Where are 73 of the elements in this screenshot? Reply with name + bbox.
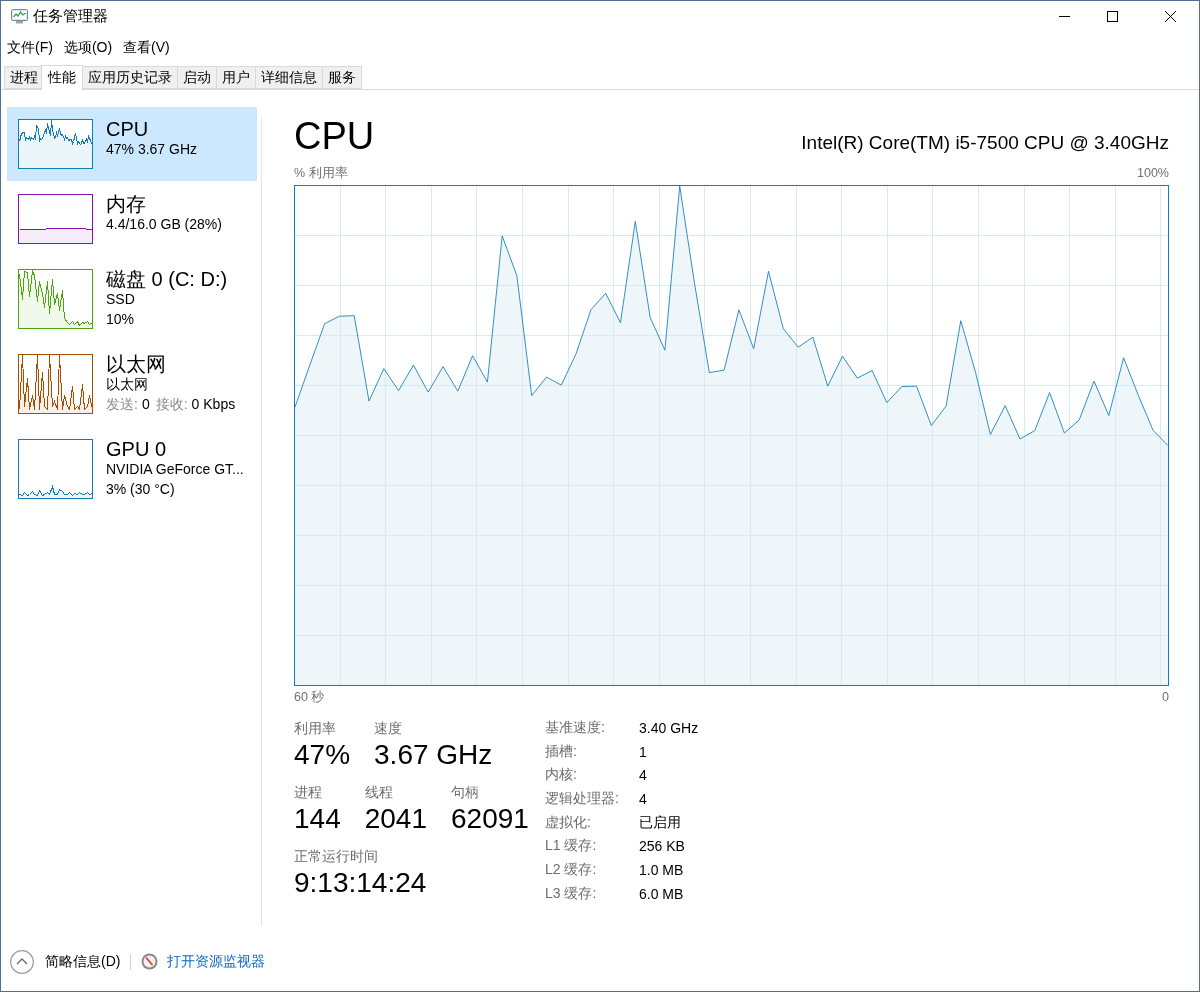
- gauge-icon: [141, 953, 159, 970]
- item-detail: 以太网: [106, 375, 149, 394]
- item-title: 以太网: [106, 354, 167, 374]
- window-title: 任务管理器: [33, 7, 108, 26]
- item-detail: 4.4/16.0 GB (28%): [106, 215, 222, 234]
- sidebar-item[interactable]: 内存 4.4/16.0 GB (28%): [7, 182, 257, 256]
- stat-label: 正常运行时间: [294, 847, 379, 866]
- item-detail: SSD: [106, 290, 136, 309]
- fewer-details-button[interactable]: 简略信息(D): [10, 949, 121, 974]
- tab[interactable]: 应用历史记录: [82, 66, 178, 89]
- spec-label: 基准速度:: [545, 718, 606, 737]
- rate-value: 0 Kbps: [191, 395, 236, 414]
- sidebar-item[interactable]: 磁盘 0 (C: D:) SSD 10%: [7, 257, 257, 341]
- spec-value: 已启用: [639, 813, 682, 832]
- spec-label: L2 缓存:: [545, 860, 598, 879]
- item-detail: 3% (30 °C): [106, 480, 176, 499]
- spec-value: 4: [639, 767, 648, 784]
- tab[interactable]: 性能: [41, 65, 83, 90]
- maximize-icon: [1106, 11, 1118, 22]
- sidebar-item[interactable]: GPU 0 NVIDIA GeForce GT... 3% (30 °C): [7, 427, 257, 511]
- axis-label: 100%: [1137, 165, 1169, 181]
- stat-value: 47%: [294, 738, 351, 772]
- item-detail: NVIDIA GeForce GT...: [106, 460, 244, 479]
- stat-value: 62091: [451, 802, 529, 836]
- menu-item[interactable]: 查看(V): [118, 37, 175, 57]
- item-title: 磁盘 0 (C: D:): [106, 269, 228, 289]
- rate-label: 接收:: [155, 395, 188, 414]
- item-title: CPU: [106, 119, 150, 139]
- stat-value: 3.67 GHz: [374, 738, 493, 772]
- axis-label: 0: [1162, 689, 1169, 706]
- item-detail: 47% 3.67 GHz: [106, 140, 198, 159]
- axis-label: 60 秒: [294, 689, 325, 706]
- menu-item[interactable]: 文件(F): [2, 37, 58, 57]
- item-title: 内存: [106, 194, 147, 214]
- sidebar-item[interactable]: 以太网 以太网 发送: 0 接收: 0 Kbps: [7, 342, 257, 426]
- stat-label: 进程: [294, 783, 323, 802]
- stat-value: 144: [294, 802, 341, 836]
- spec-value: 256 KB: [639, 838, 686, 855]
- stat-value: 2041: [364, 802, 427, 836]
- stat-label: 句柄: [451, 783, 480, 802]
- stat-value: 9:13:14:24: [294, 866, 427, 900]
- menu-item[interactable]: 选项(O): [58, 37, 118, 57]
- tab[interactable]: 进程: [4, 66, 44, 89]
- tab[interactable]: 详细信息: [255, 66, 323, 89]
- tab[interactable]: 用户: [216, 66, 256, 89]
- spec-value: 1: [639, 743, 648, 760]
- item-title: GPU 0: [106, 439, 168, 459]
- chevron-circle-icon: [10, 949, 34, 974]
- monitor-graph-icon: [11, 9, 28, 24]
- close-icon: [1164, 11, 1176, 22]
- tab[interactable]: 启动: [177, 66, 217, 89]
- spec-label: 虚拟化:: [545, 813, 592, 832]
- spec-label: L1 缓存:: [545, 837, 598, 856]
- spec-label: 插槽:: [545, 742, 578, 761]
- stat-label: 速度: [374, 719, 404, 738]
- resource-monitor-link[interactable]: 打开资源监视器: [141, 952, 266, 971]
- spec-value: 3.40 GHz: [639, 719, 699, 736]
- rate-value: 0: [141, 395, 150, 414]
- rate-label: 发送:: [106, 395, 138, 414]
- stat-label: 利用率: [294, 719, 337, 738]
- spec-label: L3 缓存:: [545, 884, 598, 903]
- spec-value: 4: [639, 790, 648, 807]
- spec-label: 内核:: [545, 766, 578, 785]
- tab[interactable]: 服务: [322, 66, 362, 89]
- item-detail: 10%: [106, 310, 136, 329]
- spec-value: 1.0 MB: [639, 861, 685, 878]
- processor-name: Intel(R) Core(TM) i5-7500 CPU @ 3.40GHz: [801, 131, 1169, 155]
- spec-label: 逻辑处理器:: [545, 789, 620, 808]
- panel-title: CPU: [294, 114, 375, 158]
- axis-label: % 利用率: [294, 165, 348, 181]
- stat-label: 线程: [364, 783, 394, 802]
- spec-value: 6.0 MB: [639, 885, 685, 902]
- sidebar-item[interactable]: CPU 47% 3.67 GHz: [7, 107, 257, 181]
